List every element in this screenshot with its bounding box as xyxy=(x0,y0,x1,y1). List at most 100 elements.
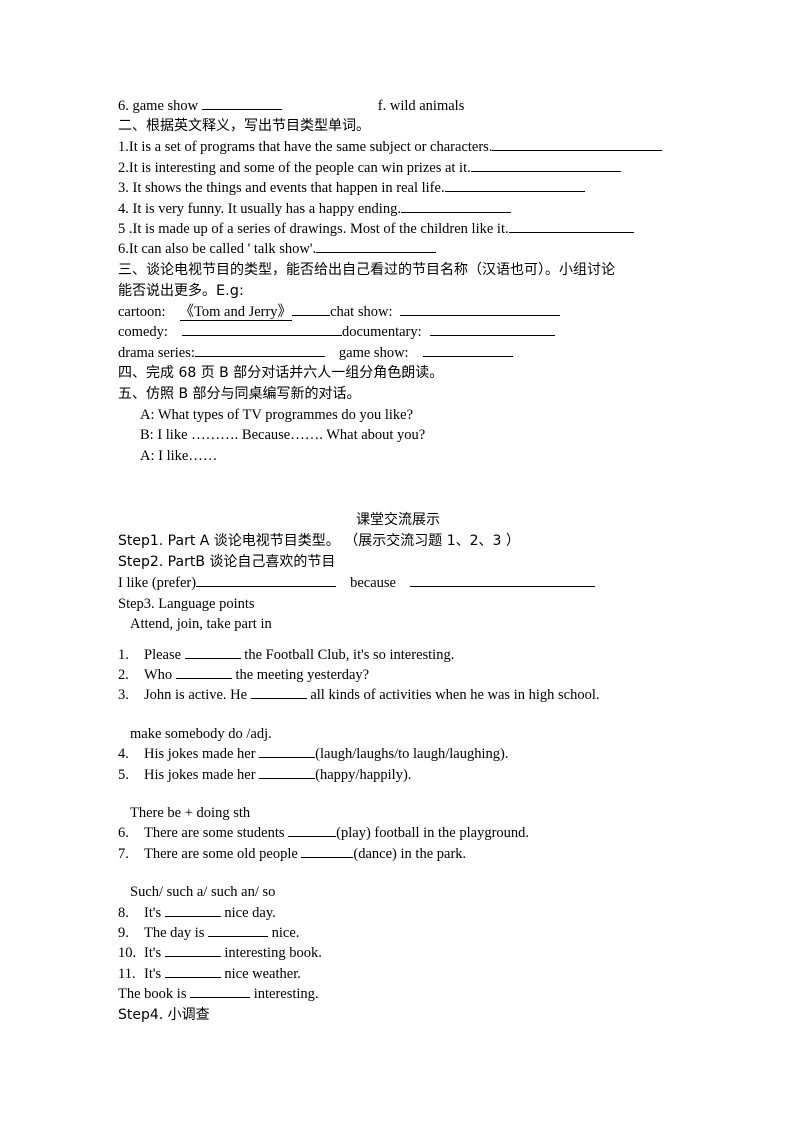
prefer-blank-2[interactable] xyxy=(409,574,595,588)
drama-series-label: drama series: xyxy=(118,344,195,361)
grammar-item-9-blank[interactable] xyxy=(208,924,269,937)
section-two-item-4-label: 4. xyxy=(118,200,133,217)
grammar-item-9: 9. The day is nice. xyxy=(118,923,678,943)
grammar-item-9-after: nice. xyxy=(268,924,300,941)
grammar-item-7-body: There are some old people (dance) in the… xyxy=(144,844,678,864)
prefer-line: I like (prefer) because xyxy=(118,573,678,593)
grammar-item-6-blank[interactable] xyxy=(288,824,337,838)
prefer-blank-1[interactable] xyxy=(196,574,337,588)
chat-show-label: chat show: xyxy=(330,303,393,320)
grammar-item-3: 3. John is active. He all kinds of activi… xyxy=(118,685,678,705)
section-two-item-2-label: 2. xyxy=(118,159,129,176)
grammar-item-3-after: all kinds of activities when he was in h… xyxy=(306,687,600,704)
documentary-blank[interactable] xyxy=(429,323,555,337)
cartoon-blank-tail[interactable] xyxy=(292,303,331,316)
grammar-item-8: 8. It's nice day. xyxy=(118,903,678,923)
cartoon-value[interactable]: 《Tom and Jerry》 xyxy=(179,303,293,321)
grammar-item-2-before: Who xyxy=(144,666,176,683)
game-show-blank[interactable] xyxy=(422,343,513,357)
section-three-heading-line2: 能否说出更多。E.g: xyxy=(118,281,678,302)
grammar-item-8-num: 8. xyxy=(118,904,129,921)
section-two-item-3-blank[interactable] xyxy=(444,179,585,193)
cartoon-label: cartoon: xyxy=(118,303,166,320)
section-two-item-3-text: It shows the things and events that happ… xyxy=(132,180,445,197)
section-three-heading-line2-text: 能否说出更多。 xyxy=(118,282,216,299)
classroom-step3: Step3. Language points xyxy=(118,595,255,612)
section-two-item-1: 1.It is a set of programs that have the … xyxy=(118,137,678,157)
grammar-item-5-after: (happy/happily). xyxy=(315,766,412,783)
grammar-item-7-blank[interactable] xyxy=(301,844,354,858)
grammar-item-1-num: 1. xyxy=(118,646,129,663)
section-two-item-6-label: 6. xyxy=(118,241,129,258)
section-two-item-5-label: 5 . xyxy=(118,221,133,238)
grammar-item-10-before: It's xyxy=(144,945,165,962)
grammar-group-4-title: Such/ such a/ such an/ so xyxy=(130,884,276,901)
grammar-item-8-blank[interactable] xyxy=(164,903,221,917)
grammar-trailing-blank[interactable] xyxy=(190,985,251,999)
section-two-item-2-blank[interactable] xyxy=(470,159,621,172)
section-four-heading: 四、完成 68 页 B 部分对话并六人一组分角色朗读。 xyxy=(118,365,444,382)
classroom-step4: Step4. 小调查 xyxy=(118,1006,210,1023)
section-three-pair-1: cartoon: 《Tom and Jerry》 chat show: xyxy=(118,302,678,322)
grammar-item-2-blank[interactable] xyxy=(175,666,232,679)
grammar-item-2-body: Who the meeting yesterday? xyxy=(144,665,678,685)
comedy-blank[interactable] xyxy=(181,323,342,337)
section-two-item-6-blank[interactable] xyxy=(316,240,437,254)
grammar-item-10-after: interesting book. xyxy=(220,945,322,962)
section-two-item-4-text: It is very funny. It usually has a happy… xyxy=(132,200,401,217)
section-two-item-4: 4. It is very funny. It usually has a ha… xyxy=(118,199,678,219)
grammar-item-4-blank[interactable] xyxy=(259,745,316,759)
grammar-item-10-blank[interactable] xyxy=(164,944,221,958)
grammar-item-8-before: It's xyxy=(144,904,165,921)
classroom-section-title: 课堂交流展示 xyxy=(356,512,440,529)
matching-item-6-blank[interactable] xyxy=(201,97,282,110)
grammar-item-4-num: 4. xyxy=(118,746,129,763)
grammar-item-6-after: (play) football in the playground. xyxy=(336,825,530,842)
grammar-group-3-title: There be + doing sth xyxy=(130,804,251,821)
grammar-item-4-body: His jokes made her (laugh/laughs/to laug… xyxy=(144,744,678,764)
grammar-item-1-after: the Football Club, it's so interesting. xyxy=(240,646,455,663)
chat-show-blank[interactable] xyxy=(400,303,561,316)
grammar-item-9-num: 9. xyxy=(118,924,129,941)
classroom-step1: Step1. Part A 谈论电视节目类型。 （展示交流习题 1、2、3 ） xyxy=(118,533,520,550)
grammar-item-11-num: 11. xyxy=(118,965,136,982)
section-two-item-1-label: 1. xyxy=(118,139,129,156)
grammar-item-3-num: 3. xyxy=(118,687,129,704)
grammar-item-3-blank[interactable] xyxy=(250,686,307,700)
section-three-pair-2: comedy: documentary: xyxy=(118,322,678,342)
section-three-pair-3: drama series: game show: xyxy=(118,343,678,363)
section-two-item-4-blank[interactable] xyxy=(400,199,511,213)
grammar-item-7: 7. There are some old people (dance) in t… xyxy=(118,844,678,864)
game-show-label: game show: xyxy=(338,344,409,361)
comedy-label: comedy: xyxy=(118,324,168,341)
section-two-item-6-text: It can also be called ' talk show'. xyxy=(128,241,317,258)
matching-option-f: f. wild animals xyxy=(377,98,465,114)
grammar-item-3-body: John is active. He all kinds of activiti… xyxy=(144,685,678,705)
grammar-item-1: 1. Please the Football Club, it's so inte… xyxy=(118,645,678,665)
grammar-item-10-num: 10. xyxy=(118,945,137,962)
grammar-group-1-title: Attend, join, take part in xyxy=(130,616,272,633)
section-two-item-3-label: 3. xyxy=(118,180,133,197)
section-two-item-1-blank[interactable] xyxy=(492,138,663,152)
grammar-item-5-blank[interactable] xyxy=(259,765,316,779)
documentary-label: documentary: xyxy=(341,324,422,341)
grammar-item-1-blank[interactable] xyxy=(184,645,241,659)
grammar-item-4: 4. His jokes made her (laugh/laughs/to la… xyxy=(118,744,678,764)
grammar-item-4-before: His jokes made her xyxy=(144,746,260,763)
group-gap xyxy=(118,706,678,724)
grammar-item-11-after: nice weather. xyxy=(220,965,301,982)
prefer-because-label: because xyxy=(350,575,396,592)
group-gap xyxy=(118,635,678,645)
drama-series-blank[interactable] xyxy=(194,343,325,357)
matching-item-6-label: 6. game show xyxy=(118,98,199,114)
classroom-step2: Step2. PartB 谈论自己喜欢的节目 xyxy=(118,554,336,571)
section-two-item-5-text: It is made up of a series of drawings. M… xyxy=(132,221,509,238)
grammar-item-6-body: There are some students (play) football … xyxy=(144,823,678,843)
section-three-eg-label: E.g: xyxy=(216,282,244,299)
grammar-trailing-line: The book is interesting. xyxy=(118,984,678,1004)
section-two-item-6: 6.It can also be called ' talk show'. xyxy=(118,239,678,259)
section-two-item-5-blank[interactable] xyxy=(508,220,634,234)
grammar-item-11-blank[interactable] xyxy=(164,964,221,978)
grammar-item-10: 10. It's interesting book. xyxy=(118,943,678,963)
